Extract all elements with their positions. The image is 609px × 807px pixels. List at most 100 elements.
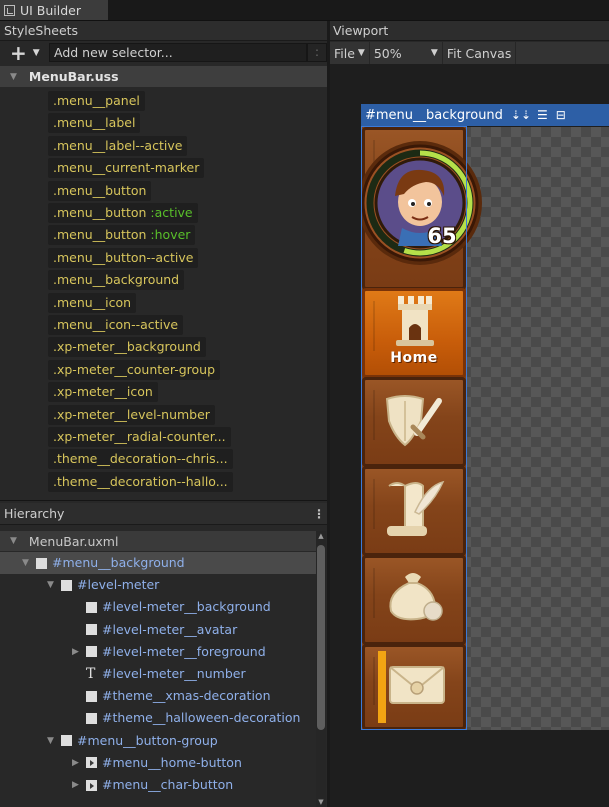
hierarchy-item[interactable]: ▼ #menu__button-group — [47, 730, 218, 752]
selector-name: .menu__button--active — [53, 249, 194, 265]
selector-name: .menu__label — [53, 115, 136, 131]
selector-pseudo-class: :active — [150, 205, 193, 220]
add-stylesheet-button[interactable]: + ▼ — [2, 43, 46, 63]
file-menu-button[interactable]: File ▼ — [330, 42, 370, 64]
caret-down-icon: ▼ — [32, 48, 40, 58]
collapse-triangle-icon[interactable]: ▼ — [47, 730, 61, 752]
selector-item[interactable]: .menu__button:active — [48, 203, 198, 223]
hierarchy-item-label: #theme__xmas-decoration — [102, 688, 271, 704]
expand-triangle-icon[interactable]: ▼ — [10, 72, 17, 82]
hierarchy-item-label: #menu__home-button — [102, 754, 242, 770]
selector-name: .menu__current-marker — [53, 160, 200, 176]
hierarchy-item[interactable]: #level-meter__avatar — [72, 619, 237, 641]
ui-builder-icon — [4, 4, 15, 16]
hierarchy-item[interactable]: ▶ #menu__char-button — [72, 774, 233, 796]
hierarchy-item[interactable]: #theme__xmas-decoration — [72, 685, 271, 707]
button-element-icon — [86, 779, 97, 791]
collapse-triangle-icon[interactable]: ▼ — [22, 552, 36, 574]
expand-triangle-icon[interactable]: ▶ — [72, 774, 86, 796]
scroll-down-icon[interactable]: ▼ — [316, 797, 326, 807]
selection-outline — [361, 126, 467, 730]
canvas-title: #menu__background — [365, 107, 503, 123]
selector-name: .xp-meter__level-number — [53, 406, 210, 422]
selector-item[interactable]: .xp-meter__counter-group — [48, 359, 221, 380]
selector-item[interactable]: .menu__current-marker — [48, 158, 205, 179]
sort-icon[interactable]: ⇣⇣ — [511, 108, 531, 122]
selector-item[interactable]: .menu__icon--active — [48, 315, 184, 335]
selector-name: .xp-meter__radial-counter... — [53, 429, 226, 444]
hierarchy-item-label: #menu__button-group — [77, 732, 218, 748]
file-menu-label: File — [334, 45, 355, 61]
stylesheet-file-row[interactable]: ▼ MenuBar.uss — [0, 66, 327, 87]
visual-element-icon — [61, 735, 72, 747]
hierarchy-file-row[interactable]: ▼ MenuBar.uxml — [0, 531, 316, 551]
selector-item[interactable]: .menu__label — [48, 113, 141, 134]
hierarchy-item[interactable]: ▶ #level-meter__foreground — [72, 641, 266, 663]
selector-name: .menu__icon--active — [53, 317, 179, 332]
visual-element-icon — [86, 601, 97, 613]
hierarchy-menu-icon[interactable]: ⋮ — [313, 508, 325, 520]
selector-item[interactable]: .theme__decoration--hallo... — [48, 471, 233, 492]
align-columns-icon[interactable]: ⊟ — [556, 108, 566, 122]
hierarchy-item-label: #level-meter__avatar — [102, 621, 238, 637]
expand-triangle-icon[interactable]: ▼ — [10, 536, 17, 546]
hierarchy-item[interactable]: #level-meter__background — [72, 596, 271, 618]
selector-item[interactable]: .xp-meter__icon — [48, 382, 158, 403]
fit-canvas-button[interactable]: Fit Canvas — [443, 42, 517, 64]
visual-element-icon — [86, 646, 97, 658]
selector-item[interactable]: .xp-meter__level-number — [48, 404, 215, 425]
pseudo-class-button[interactable]: : — [307, 43, 327, 62]
hierarchy-item[interactable]: ▼ #menu__background — [22, 552, 185, 574]
panel-divider[interactable] — [0, 500, 327, 501]
selector-item[interactable]: .menu__panel — [48, 91, 145, 111]
hierarchy-scroll-thumb[interactable] — [317, 545, 325, 730]
tab-ui-builder[interactable]: UI Builder — [0, 0, 108, 20]
visual-element-icon — [61, 579, 72, 591]
button-element-icon — [86, 757, 97, 769]
selector-name: .xp-meter__icon — [53, 384, 153, 400]
plus-icon: + — [10, 41, 27, 65]
hierarchy-item-label: #menu__background — [52, 555, 185, 570]
selector-item[interactable]: .menu__label--active — [48, 135, 188, 156]
hierarchy-item[interactable]: #theme__halloween-decoration — [72, 707, 300, 729]
hierarchy-item[interactable]: ▼ #level-meter — [47, 574, 159, 596]
add-selector-input[interactable]: Add new selector... — [49, 43, 307, 62]
visual-element-icon — [36, 557, 47, 569]
selector-name: .menu__button — [53, 227, 147, 243]
collapse-triangle-icon[interactable]: ▼ — [47, 574, 61, 596]
selector-name: .menu__button — [53, 205, 147, 220]
selector-name: .theme__decoration--hallo... — [53, 473, 228, 489]
selector-item[interactable]: .xp-meter__radial-counter... — [48, 427, 231, 447]
scroll-up-icon[interactable]: ▲ — [316, 531, 326, 541]
selector-name: .menu__button — [53, 182, 147, 198]
caret-down-icon: ▼ — [357, 48, 365, 58]
selector-item[interactable]: .xp-meter__background — [48, 337, 206, 358]
selector-name: .menu__background — [53, 272, 180, 288]
selector-item[interactable]: .menu__background — [48, 270, 185, 291]
selector-name: .theme__decoration--chris... — [53, 451, 228, 467]
selector-name: .menu__panel — [53, 93, 140, 108]
selector-item[interactable]: .menu__button:hover — [48, 225, 196, 246]
selector-item[interactable]: .menu__button — [48, 180, 152, 201]
stylesheet-file-name: MenuBar.uss — [28, 69, 119, 84]
hierarchy-item-label: #theme__halloween-decoration — [102, 710, 301, 726]
align-rows-icon[interactable]: ☰ — [537, 108, 548, 122]
hierarchy-item-label: #level-meter__number — [102, 666, 246, 681]
hierarchy-item-label: #level-meter — [77, 577, 160, 593]
zoom-dropdown[interactable]: 50% ▼ — [370, 42, 443, 64]
hierarchy-item[interactable]: T #level-meter__number — [72, 663, 246, 685]
selector-pseudo-class: :hover — [150, 227, 191, 243]
hierarchy-item[interactable]: ▶ #menu__home-button — [72, 752, 242, 774]
visual-element-icon — [86, 624, 97, 636]
selector-item[interactable]: .theme__decoration--chris... — [48, 449, 233, 470]
expand-triangle-icon[interactable]: ▶ — [72, 641, 86, 663]
text-element-icon: T — [86, 666, 96, 682]
expand-triangle-icon[interactable]: ▶ — [72, 752, 86, 774]
hierarchy-file-name: MenuBar.uxml — [28, 533, 119, 549]
selector-name: .menu__icon — [53, 294, 132, 310]
viewport-header: Viewport — [330, 21, 609, 41]
canvas-title-bar[interactable]: #menu__background ⇣⇣ ☰ ⊟ — [361, 104, 609, 126]
selector-item[interactable]: .menu__button--active — [48, 247, 199, 268]
selector-item[interactable]: .menu__icon — [48, 292, 137, 313]
fit-canvas-label: Fit Canvas — [446, 45, 512, 61]
